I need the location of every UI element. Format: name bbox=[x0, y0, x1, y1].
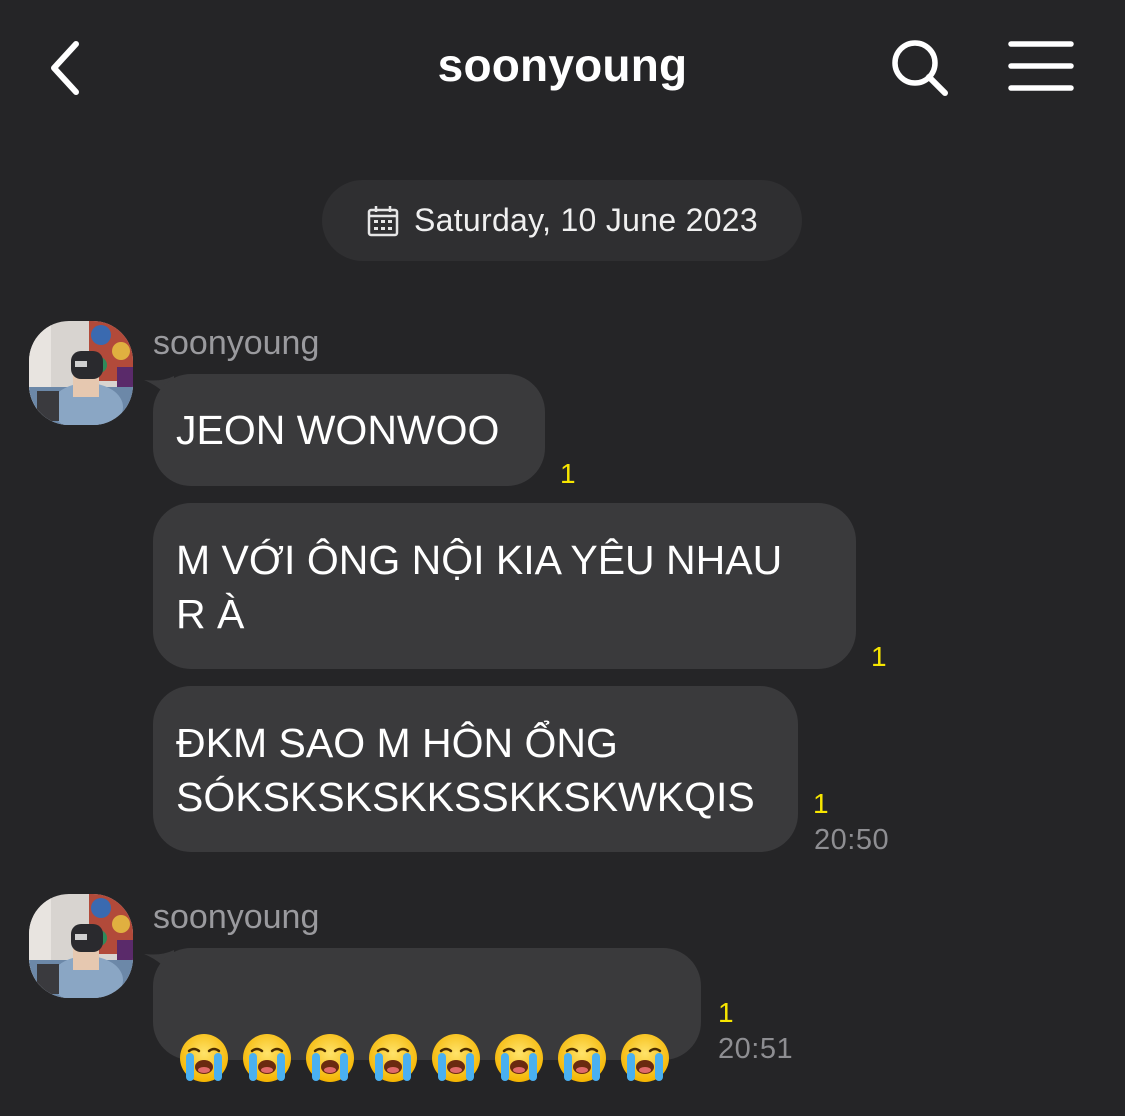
loudly-crying-face-icon bbox=[369, 1034, 417, 1082]
date-text: Saturday, 10 June 2023 bbox=[413, 202, 759, 238]
unread-count: 1 bbox=[718, 997, 734, 1028]
unread-count: 1 bbox=[871, 641, 887, 672]
message-time: 20:50 bbox=[814, 824, 890, 856]
chat-screen: soonyoung Saturday, 10 June 2023 soonyou… bbox=[0, 0, 1125, 1116]
chat-header: soonyoung bbox=[0, 0, 1125, 140]
avatar[interactable] bbox=[29, 321, 133, 425]
message-bubble[interactable]: JEON WONWOO bbox=[153, 374, 545, 486]
sender-name: soonyoung bbox=[153, 324, 320, 362]
avatar[interactable] bbox=[29, 894, 133, 998]
menu-button[interactable] bbox=[1006, 38, 1076, 94]
chat-title: soonyoung bbox=[437, 39, 688, 91]
search-button[interactable] bbox=[888, 36, 952, 100]
message-bubble[interactable]: ĐKM SAO M HÔN ỔNG SÓKSKSKSKKSSKKSKWKQIS bbox=[153, 686, 798, 852]
hamburger-menu-icon bbox=[1008, 41, 1074, 91]
message-bubble[interactable] bbox=[153, 948, 701, 1082]
emoji-row bbox=[153, 1002, 701, 1114]
search-icon bbox=[892, 40, 948, 96]
unread-count: 1 bbox=[560, 458, 576, 489]
message-bubble[interactable]: M VỚI ÔNG NỘI KIA YÊU NHAU R À bbox=[153, 503, 856, 669]
loudly-crying-face-icon bbox=[432, 1034, 480, 1082]
date-divider: Saturday, 10 June 2023 bbox=[322, 180, 802, 261]
loudly-crying-face-icon bbox=[495, 1034, 543, 1082]
calendar-icon bbox=[367, 205, 399, 236]
unread-count: 1 bbox=[813, 788, 829, 819]
loudly-crying-face-icon bbox=[180, 1034, 228, 1082]
loudly-crying-face-icon bbox=[558, 1034, 606, 1082]
loudly-crying-face-icon bbox=[243, 1034, 291, 1082]
loudly-crying-face-icon bbox=[621, 1034, 669, 1082]
message-time: 20:51 bbox=[718, 1033, 794, 1065]
loudly-crying-face-icon bbox=[306, 1034, 354, 1082]
sender-name: soonyoung bbox=[153, 898, 320, 936]
